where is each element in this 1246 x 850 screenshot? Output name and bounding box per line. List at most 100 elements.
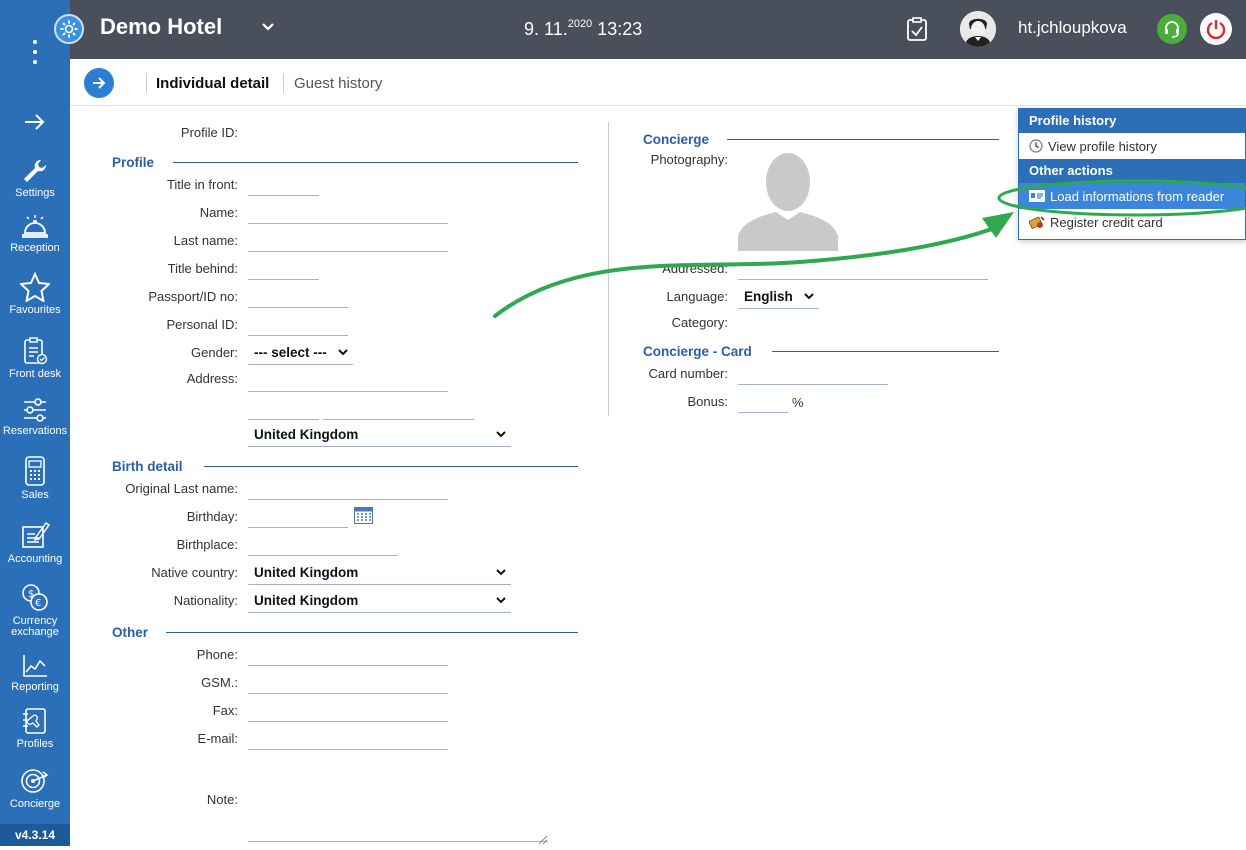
clipboard-icon — [24, 337, 48, 365]
currency-icon: $€ — [22, 584, 48, 611]
sidebar-item-reception[interactable]: Reception — [0, 214, 70, 254]
last-name-field[interactable] — [248, 230, 448, 252]
menu-item-register-credit-card[interactable]: Register credit card — [1019, 209, 1245, 235]
sidebar-item-reporting[interactable]: Reporting — [0, 653, 70, 693]
sidebar: Settings Reception Favourites Front desk… — [0, 0, 70, 846]
note-textarea[interactable] — [248, 820, 548, 842]
sidebar-item-label: Concierge — [9, 798, 61, 810]
addressed-field[interactable] — [738, 258, 988, 280]
language-label: Language: — [666, 289, 728, 304]
chevron-down-icon — [496, 569, 506, 576]
last-name-label: Last name: — [173, 233, 238, 248]
phone-field[interactable] — [248, 644, 448, 666]
calculator-icon — [25, 456, 45, 486]
sliders-icon — [24, 398, 46, 422]
bonus-label: Bonus: — [687, 394, 728, 409]
sidebar-item-currency-exchange[interactable]: $ € Currency exchange — [0, 583, 70, 638]
menu-item-label: View profile history — [1048, 138, 1157, 154]
zip-field[interactable] — [248, 398, 319, 420]
svg-text:€: € — [35, 598, 41, 609]
addressed-label: Addressed: — [662, 261, 728, 276]
power-icon[interactable] — [1200, 13, 1232, 45]
profiles-icon — [23, 708, 46, 734]
credit-card-icon — [1029, 216, 1045, 229]
gender-label: Gender: — [191, 345, 238, 360]
title-front-field[interactable] — [248, 174, 319, 196]
gear-icon[interactable] — [54, 14, 84, 44]
native-country-select[interactable]: United Kingdom — [248, 561, 511, 585]
profile-photo-placeholder[interactable] — [738, 150, 838, 251]
menu-item-view-profile-history[interactable]: View profile history — [1019, 133, 1245, 159]
nationality-select[interactable]: United Kingdom — [248, 589, 511, 613]
fax-field[interactable] — [248, 700, 448, 722]
top-bar: Demo Hotel 9. 11.2020 13:23 ht.jchloupko… — [54, 0, 1246, 59]
sidebar-item-concierge[interactable]: Concierge — [0, 766, 70, 810]
version-label: v4.3.14 — [0, 824, 70, 846]
hotel-name[interactable]: Demo Hotel — [100, 14, 222, 40]
gender-select[interactable]: --- select --- — [248, 341, 353, 365]
avatar[interactable] — [960, 11, 996, 47]
personal-id-field[interactable] — [248, 314, 348, 336]
birthday-field[interactable] — [248, 506, 348, 528]
city-field[interactable] — [323, 398, 474, 420]
time-text: 13:23 — [597, 19, 643, 39]
address-line-field[interactable] — [248, 370, 448, 392]
gsm-field[interactable] — [248, 672, 448, 694]
more-menu-icon[interactable] — [26, 40, 44, 74]
sidebar-item-reservations[interactable]: Reservations — [0, 397, 70, 437]
headset-icon[interactable] — [1157, 14, 1187, 44]
email-field[interactable] — [248, 728, 448, 750]
sidebar-item-label: Settings — [15, 187, 55, 199]
original-last-name-field[interactable] — [248, 478, 448, 500]
sidebar-item-sales[interactable]: Sales — [0, 455, 70, 501]
section-divider — [166, 632, 578, 633]
sidebar-item-label: Reporting — [11, 681, 59, 693]
native-country-value: United Kingdom — [254, 565, 359, 580]
ledger-icon — [22, 521, 50, 548]
section-concierge-card: Concierge - Card — [643, 344, 752, 359]
address-country-select[interactable]: United Kingdom — [248, 423, 511, 447]
native-country-label: Native country: — [151, 565, 238, 580]
actions-menu: Profile history View profile history Oth… — [1018, 108, 1246, 240]
passport-field[interactable] — [248, 286, 348, 308]
bonus-field[interactable] — [738, 391, 788, 413]
card-number-field[interactable] — [738, 363, 888, 385]
wrench-icon — [24, 159, 47, 182]
resize-handle-icon[interactable] — [538, 832, 548, 850]
birthplace-field[interactable] — [248, 534, 398, 556]
nationality-value: United Kingdom — [254, 593, 359, 608]
sidebar-item-favourites[interactable]: Favourites — [0, 272, 70, 316]
section-divider — [204, 466, 578, 467]
sidebar-item-profiles[interactable]: Profiles — [0, 706, 70, 750]
photography-label: Photography: — [650, 152, 728, 167]
chart-icon — [23, 655, 47, 677]
sidebar-item-settings[interactable]: Settings — [0, 157, 70, 199]
tab-individual-detail[interactable]: Individual detail — [156, 75, 269, 92]
section-other: Other — [112, 625, 149, 640]
chevron-down-icon — [804, 293, 814, 300]
gender-value: --- select --- — [254, 345, 327, 360]
expand-arrow-icon[interactable] — [0, 108, 70, 136]
language-value: English — [744, 289, 793, 304]
title-behind-field[interactable] — [248, 258, 319, 280]
calendar-icon[interactable] — [354, 507, 373, 529]
sidebar-item-front-desk[interactable]: Front desk — [0, 336, 70, 380]
arrow-right-icon[interactable] — [84, 68, 114, 98]
id-card-icon — [1029, 190, 1045, 202]
name-field[interactable] — [248, 202, 448, 224]
username[interactable]: ht.jchloupkova — [1018, 18, 1127, 38]
tab-guest-history[interactable]: Guest history — [294, 75, 382, 92]
address-country-value: United Kingdom — [254, 427, 359, 442]
original-last-name-label: Original Last name: — [125, 481, 238, 496]
sidebar-item-label: Favourites — [9, 304, 61, 316]
language-select[interactable]: English — [738, 285, 819, 309]
section-divider — [727, 139, 999, 140]
chevron-down-icon[interactable] — [260, 20, 276, 39]
address-label: Address: — [186, 371, 238, 386]
gsm-label: GSM.: — [201, 675, 238, 690]
menu-item-load-from-reader[interactable]: Load informations from reader — [1019, 183, 1245, 209]
clipboard-check-icon[interactable] — [906, 16, 928, 47]
title-behind-label: Title behind: — [167, 261, 238, 276]
sidebar-item-label: Reservations — [2, 425, 68, 437]
sidebar-item-accounting[interactable]: Accounting — [0, 519, 70, 565]
